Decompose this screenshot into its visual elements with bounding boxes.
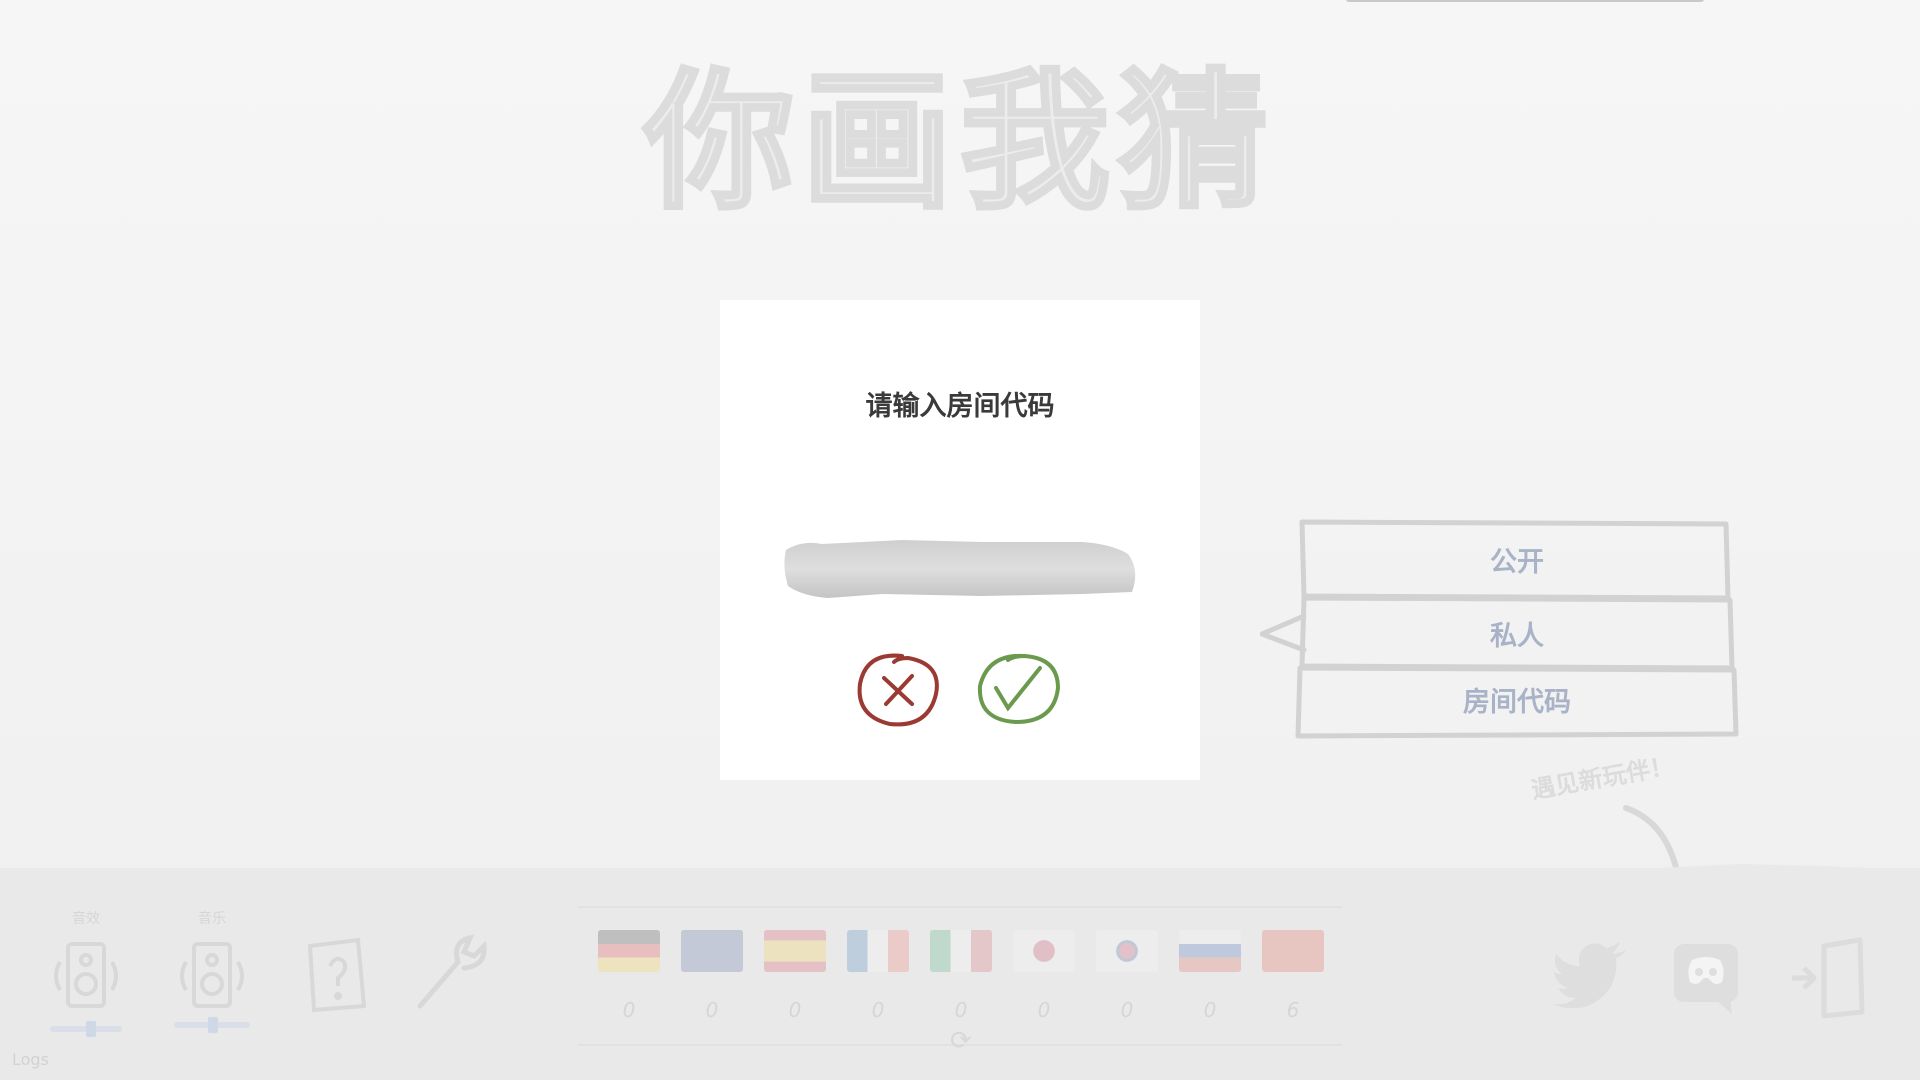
discord-icon[interactable]: [1672, 942, 1740, 1016]
speaker-icon[interactable]: [48, 938, 124, 1014]
uk-player-count: 0: [705, 998, 719, 1022]
german-flag-icon[interactable]: [598, 930, 660, 972]
confirm-check-icon: [977, 653, 1061, 725]
top-bar: [1346, 0, 1704, 2]
music-slider-handle[interactable]: [208, 1017, 218, 1033]
italian-player-count: 0: [954, 998, 968, 1022]
spanish-flag-icon[interactable]: [764, 930, 826, 972]
french-flag-icon[interactable]: [847, 930, 909, 972]
menu-item-public[interactable]: 公开: [1302, 528, 1732, 598]
logs-link[interactable]: Logs: [12, 1050, 49, 1069]
twitter-icon[interactable]: [1552, 942, 1628, 1008]
help-icon[interactable]: [306, 936, 370, 1014]
room-type-menu: 公开 私人 房间代码: [1260, 518, 1740, 748]
confirm-button[interactable]: [974, 650, 1064, 730]
japanese-flag-icon[interactable]: [1013, 930, 1075, 972]
russian-player-count: 0: [1203, 998, 1217, 1022]
exit-door-icon[interactable]: [1790, 936, 1866, 1020]
room-code-dialog: 请输入房间代码: [720, 300, 1200, 780]
russian-flag-icon[interactable]: [1179, 930, 1241, 972]
korean-player-count: 0: [1120, 998, 1134, 1022]
japanese-player-count: 0: [1037, 998, 1051, 1022]
menu-item-private[interactable]: 私人: [1302, 602, 1732, 672]
german-player-count: 0: [622, 998, 636, 1022]
dialog-title: 请输入房间代码: [865, 391, 1055, 422]
sound-label: 音效: [72, 911, 100, 927]
uk-flag-icon[interactable]: [681, 930, 743, 972]
game-screen: 你画我猜 公开 私人 房间代码 遇见新玩伴！ 音效 音乐 0 0 0 0 0 0…: [0, 0, 1920, 1080]
room-code-input[interactable]: [784, 540, 1144, 602]
meet-new-players-text: 遇见新玩伴！: [1529, 751, 1676, 805]
cancel-button[interactable]: [854, 650, 944, 730]
menu-item-room-code[interactable]: 房间代码: [1302, 668, 1732, 738]
cancel-x-icon: [857, 653, 939, 727]
music-label: 音乐: [198, 911, 226, 927]
chinese-flag-icon[interactable]: [1262, 930, 1324, 972]
game-title: 你画我猜: [642, 56, 1276, 230]
refresh-icon[interactable]: ⟳: [950, 1026, 972, 1056]
chinese-player-count: 6: [1286, 998, 1300, 1022]
language-panel: 0 0 0 0 0 0 0 0 6: [578, 906, 1342, 1046]
french-player-count: 0: [871, 998, 885, 1022]
wrench-icon[interactable]: [412, 932, 492, 1012]
korean-flag-icon[interactable]: [1096, 930, 1158, 972]
italian-flag-icon[interactable]: [930, 930, 992, 972]
music-speaker-icon[interactable]: [174, 938, 250, 1014]
sound-slider-handle[interactable]: [86, 1021, 96, 1037]
spanish-player-count: 0: [788, 998, 802, 1022]
